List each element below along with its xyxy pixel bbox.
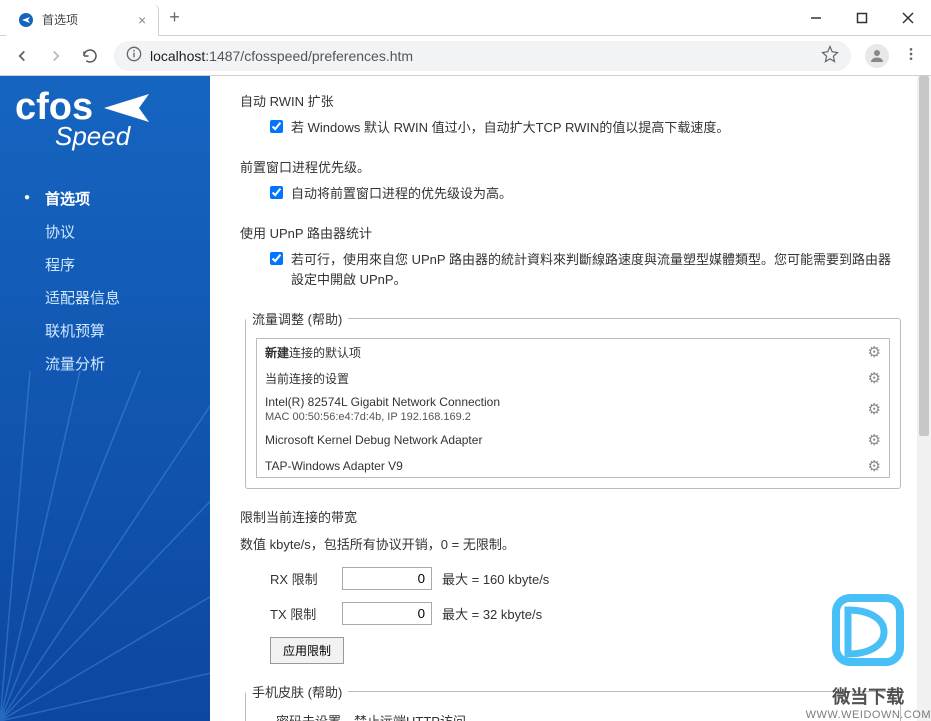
rwin-checkbox-label: 若 Windows 默认 RWIN 值过小，自动扩大TCP RWIN的值以提高下…	[291, 118, 901, 139]
limits-title: 限制当前连接的带宽	[240, 507, 901, 526]
watermark-url: WWW.WEIDOWN.COM	[806, 709, 931, 721]
upnp-checkbox[interactable]	[270, 252, 283, 265]
rx-limit-max: 最大 = 160 kbyte/s	[442, 569, 549, 588]
browser-menu-icon[interactable]	[903, 46, 919, 65]
nav-preferences[interactable]: 首选项	[0, 182, 210, 215]
nav-adapter-info[interactable]: 适配器信息	[0, 281, 210, 314]
tab-favicon	[18, 12, 34, 28]
adapter-row-intel[interactable]: Intel(R) 82574L Gigabit Network Connecti…	[257, 391, 889, 427]
phone-skin-legend: 手机皮肤 (帮助)	[246, 682, 348, 701]
maximize-button[interactable]	[839, 2, 885, 34]
nav-traffic-analysis[interactable]: 流量分析	[0, 347, 210, 380]
watermark-logo-icon	[818, 580, 918, 680]
nav-programs[interactable]: 程序	[0, 248, 210, 281]
gear-icon[interactable]: ⚙	[868, 369, 881, 387]
tx-limit-input[interactable]	[342, 602, 432, 625]
section-title-rwin: 自动 RWIN 扩张	[240, 91, 901, 110]
traffic-legend: 流量调整 (帮助)	[246, 309, 348, 328]
window-controls	[793, 2, 931, 34]
adapter-name-bold: 新建	[265, 346, 289, 360]
page-content: cfos Speed 首选项 协议 程序 适配器信息 联机预算 流量分析 自动 …	[0, 76, 931, 721]
foreground-checkbox-label: 自动将前置窗口进程的优先级设为高。	[291, 184, 901, 205]
tab-title: 首选项	[42, 11, 78, 28]
gear-icon[interactable]: ⚙	[868, 343, 881, 361]
limits-subtitle: 数值 kbyte/s，包括所有协议开销，0 = 无限制。	[240, 534, 901, 553]
adapter-name: Intel(R) 82574L Gigabit Network Connecti…	[265, 395, 868, 423]
adapter-row-current[interactable]: 当前连接的设置 ⚙	[257, 365, 889, 391]
new-tab-button[interactable]: +	[169, 7, 180, 28]
upnp-checkbox-label: 若可行，使用來自您 UPnP 路由器的統計資料來判斷線路速度與流量塑型媒體類型。…	[291, 250, 901, 292]
adapter-name: 当前连接的设置	[265, 370, 868, 387]
adapter-name: TAP-Windows Adapter V9	[265, 459, 868, 473]
adapter-row-default[interactable]: 新建连接的默认项 ⚙	[257, 339, 889, 365]
phone-skin-note: 密码未设置，禁止远端HTTP访问。	[276, 711, 870, 721]
adapter-list[interactable]: 新建连接的默认项 ⚙ 当前连接的设置 ⚙ Intel(R) 82574L Gig…	[256, 338, 890, 478]
browser-tab[interactable]: 首选项 ×	[6, 4, 159, 36]
profile-avatar-icon[interactable]	[865, 44, 889, 68]
tab-close-icon[interactable]: ×	[138, 12, 146, 28]
watermark: 微当下载 WWW.WEIDOWN.COM	[806, 580, 931, 721]
traffic-fieldset: 流量调整 (帮助) 新建连接的默认项 ⚙ 当前连接的设置 ⚙ Intel(R) …	[245, 309, 901, 489]
adapter-name: Microsoft Kernel Debug Network Adapter	[265, 433, 868, 447]
nav-list: 首选项 协议 程序 适配器信息 联机预算 流量分析	[0, 172, 210, 390]
nav-protocols[interactable]: 协议	[0, 215, 210, 248]
rx-limit-input[interactable]	[342, 567, 432, 590]
minimize-button[interactable]	[793, 2, 839, 34]
sidebar-rays-decoration	[0, 371, 210, 721]
site-info-icon[interactable]	[126, 46, 142, 65]
adapter-row-kernel[interactable]: Microsoft Kernel Debug Network Adapter ⚙	[257, 427, 889, 453]
gear-icon[interactable]: ⚙	[868, 457, 881, 475]
rwin-checkbox[interactable]	[270, 120, 283, 133]
logo-sub: Speed	[55, 121, 195, 152]
gear-icon[interactable]: ⚙	[868, 400, 881, 418]
section-foreground: 前置窗口进程优先级。 自动将前置窗口进程的优先级设为高。	[240, 157, 901, 205]
reload-button[interactable]	[80, 46, 100, 66]
watermark-text: 微当下载	[806, 683, 931, 709]
phone-skin-help-link[interactable]: (帮助)	[308, 685, 343, 700]
address-bar[interactable]: localhost:1487/cfosspeed/preferences.htm	[114, 41, 851, 71]
adapter-name-rest: 连接的默认项	[289, 346, 361, 360]
section-limits: 限制当前连接的带宽 数值 kbyte/s，包括所有协议开销，0 = 无限制。 R…	[240, 507, 901, 664]
tx-limit-label: TX 限制	[270, 604, 332, 623]
logo: cfos Speed	[0, 76, 210, 172]
browser-toolbar: localhost:1487/cfosspeed/preferences.htm	[0, 36, 931, 76]
close-window-button[interactable]	[885, 2, 931, 34]
tx-limit-max: 最大 = 32 kbyte/s	[442, 604, 542, 623]
traffic-help-link[interactable]: (帮助)	[308, 312, 343, 327]
section-title-upnp: 使用 UPnP 路由器统计	[240, 223, 901, 242]
forward-button[interactable]	[46, 46, 66, 66]
sidebar: cfos Speed 首选项 协议 程序 适配器信息 联机预算 流量分析	[0, 76, 210, 721]
foreground-checkbox[interactable]	[270, 186, 283, 199]
section-title-foreground: 前置窗口进程优先级。	[240, 157, 901, 176]
section-upnp: 使用 UPnP 路由器统计 若可行，使用來自您 UPnP 路由器的統計資料來判斷…	[240, 223, 901, 292]
back-button[interactable]	[12, 46, 32, 66]
section-rwin: 自动 RWIN 扩张 若 Windows 默认 RWIN 值过小，自动扩大TCP…	[240, 91, 901, 139]
bookmark-star-icon[interactable]	[821, 45, 839, 66]
url-text: localhost:1487/cfosspeed/preferences.htm	[150, 48, 813, 64]
nav-budget[interactable]: 联机预算	[0, 314, 210, 347]
apply-limits-button[interactable]: 应用限制	[270, 637, 344, 664]
rx-limit-label: RX 限制	[270, 569, 332, 588]
gear-icon[interactable]: ⚙	[868, 431, 881, 449]
phone-skin-fieldset: 手机皮肤 (帮助) 密码未设置，禁止远端HTTP访问。 设置服务器密码	[245, 682, 901, 721]
window-titlebar: 首选项 × +	[0, 0, 931, 36]
adapter-row-tap[interactable]: TAP-Windows Adapter V9 ⚙	[257, 453, 889, 478]
scrollbar-thumb[interactable]	[919, 76, 929, 436]
